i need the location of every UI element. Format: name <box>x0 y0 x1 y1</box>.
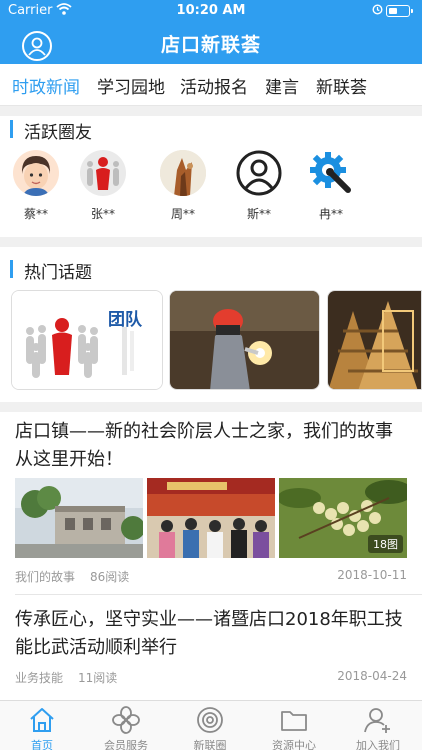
article-category: 业务技能 <box>15 671 64 685</box>
tab-label: 会员服务 <box>104 739 148 750</box>
app-header: Carrier 10:20 AM 店口新联荟 <box>0 0 422 64</box>
friend-item[interactable]: 冉** <box>306 150 356 222</box>
article-title[interactable]: 店口镇——新的社会阶层人士之家，我们的故事从这里开始！ <box>15 418 410 474</box>
cartoon-man-avatar-icon <box>13 150 59 196</box>
default-user-avatar-icon <box>236 150 282 196</box>
section-gap <box>0 402 422 412</box>
page-title: 店口新联荟 <box>160 34 261 56</box>
category-tabs: 时政新闻 学习园地 活动报名 建言 新联荟 <box>0 64 422 106</box>
tab-label: 新联圈 <box>193 739 227 750</box>
section-gap <box>0 106 422 116</box>
hot-topics-title: 热门话题 <box>10 258 92 283</box>
friend-name: 蔡** <box>23 207 48 221</box>
tab-event-signup[interactable]: 活动报名 <box>180 73 248 98</box>
active-friends-title: 活跃圈友 <box>10 118 92 143</box>
article-thumbnail[interactable] <box>15 478 143 558</box>
section-gap <box>0 237 422 247</box>
image-count-badge: 18图 <box>368 535 403 553</box>
article-thumbnail[interactable] <box>147 478 275 558</box>
article-thumbnail[interactable]: 18图 <box>279 478 407 558</box>
clock: 10:20 AM <box>176 3 246 18</box>
welding-photo <box>170 291 319 389</box>
structure-photo <box>328 291 421 389</box>
topic-card-welding[interactable] <box>169 290 320 390</box>
topic-card-team[interactable]: 团队 <box>11 290 163 390</box>
tab-member-service[interactable]: 会员服务 <box>84 701 168 750</box>
tab-suggestions[interactable]: 建言 <box>265 73 299 98</box>
article-date: 2018-10-11 <box>337 568 407 582</box>
tab-home[interactable]: 首页 <box>0 701 84 750</box>
friend-name: 冉** <box>318 207 343 221</box>
circle-icon <box>197 707 223 733</box>
friend-item[interactable]: 蔡** <box>11 150 61 222</box>
tab-study-garden[interactable]: 学习园地 <box>97 73 165 98</box>
friend-item[interactable]: 周** <box>158 150 208 222</box>
friend-item[interactable]: 斯** <box>234 150 284 222</box>
article-category: 我们的故事 <box>15 570 76 584</box>
article-title[interactable]: 传承匠心，坚守实业——诸暨店口2018年职工技能比武活动顺利举行 <box>15 606 410 662</box>
tab-label: 加入我们 <box>356 739 400 750</box>
article-date: 2018-04-24 <box>337 669 407 683</box>
gear-wrench-avatar-icon <box>308 150 354 196</box>
red-figure-team-avatar-icon <box>80 150 126 196</box>
divider <box>15 594 422 595</box>
friend-name: 周** <box>170 207 195 221</box>
clover-icon <box>112 706 140 734</box>
team-image: 团队 <box>12 291 162 389</box>
article-reads: 86阅读 <box>90 570 130 584</box>
tab-current-affairs[interactable]: 时政新闻 <box>12 73 80 98</box>
friend-name: 斯** <box>246 207 271 221</box>
tab-label: 首页 <box>31 739 53 750</box>
topic-card-structure[interactable] <box>327 290 422 390</box>
tab-label: 资源中心 <box>272 739 316 750</box>
tab-join-us[interactable]: 加入我们 <box>336 701 420 750</box>
friend-item[interactable]: 张** <box>78 150 128 222</box>
bottom-tab-bar: 首页 会员服务 新联圈 资源中心 加入我们 <box>0 700 422 750</box>
svg-text:团队: 团队 <box>108 309 143 330</box>
crowd-photo <box>147 478 275 558</box>
article-reads: 11阅读 <box>78 671 118 685</box>
tab-resource-center[interactable]: 资源中心 <box>252 701 336 750</box>
status-bar: Carrier 10:20 AM <box>0 0 422 22</box>
tab-xinlian-circle[interactable]: 新联圈 <box>168 701 252 750</box>
add-user-icon <box>364 708 390 733</box>
building-photo <box>15 478 143 558</box>
battery-icon <box>386 5 413 17</box>
alarm-icon <box>372 4 383 15</box>
home-icon <box>30 708 54 732</box>
photo-avatar-icon <box>160 150 206 196</box>
tab-xinlianhui[interactable]: 新联荟 <box>316 73 367 98</box>
folder-icon <box>281 711 307 731</box>
friend-name: 张** <box>90 207 115 221</box>
